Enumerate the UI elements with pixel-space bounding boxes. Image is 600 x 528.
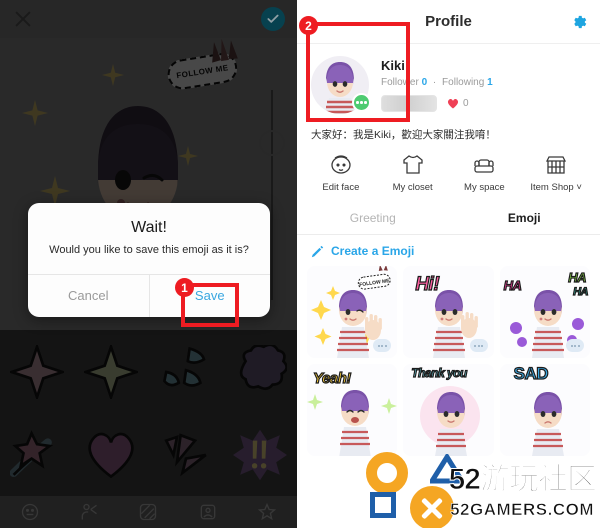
- action-label: My space: [464, 182, 505, 193]
- profile-panel: Profile Kiki Follower 0 · Following 1 0 …: [297, 0, 600, 528]
- dialog-actions: Cancel Save: [28, 273, 271, 317]
- profile-bio: 大家好：我是Kiki，歡迎大家關注我唷！: [311, 129, 496, 141]
- action-label: Edit face: [322, 182, 360, 193]
- heart-count-value: 0: [463, 98, 469, 109]
- tab-emoji[interactable]: Emoji: [449, 203, 600, 234]
- emoji-grid: FOLLOW ME Hi! HA HA HA Yeah! Thank you S…: [297, 264, 600, 456]
- shop-icon: [543, 153, 569, 177]
- gear-icon[interactable]: [569, 13, 587, 31]
- create-emoji-row[interactable]: Create a Emoji: [297, 235, 600, 264]
- profile-header: Profile: [297, 0, 600, 44]
- status-badge[interactable]: [352, 93, 371, 112]
- emoji-card[interactable]: HA HA HA: [499, 266, 590, 358]
- site-watermark: 52游玩社区 52GAMERS.COM: [330, 450, 600, 528]
- ps-triangle-icon: [427, 452, 467, 489]
- face-outline-icon: [328, 153, 354, 177]
- identity-text: Kiki Follower 0 · Following 1 0: [381, 56, 586, 114]
- stat-separator: ·: [432, 77, 437, 88]
- action-my-closet[interactable]: My closet: [377, 153, 449, 193]
- follower-label: Follower: [381, 77, 419, 88]
- emoji-card[interactable]: FOLLOW ME: [307, 266, 398, 358]
- dialog-title: Wait!: [131, 219, 167, 236]
- ps-x-icon: [410, 486, 454, 528]
- emoji-card-word: Hi!: [415, 273, 441, 295]
- ps-square-icon: [370, 492, 396, 518]
- redacted-id-badge: [381, 95, 437, 112]
- emoji-card[interactable]: Thank you: [403, 364, 494, 456]
- action-edit-face[interactable]: Edit face: [305, 153, 377, 193]
- emoji-card-more-button[interactable]: [469, 339, 488, 352]
- pencil-icon: [311, 245, 324, 258]
- emoji-editor-panel: FOLLOW ME Wait! Would you like to save t…: [0, 0, 297, 528]
- heart-count: 0: [447, 98, 469, 109]
- heart-icon: [447, 99, 459, 109]
- emoji-card-word: HA: [503, 277, 522, 293]
- profile-identity: Kiki Follower 0 · Following 1 0: [297, 44, 600, 118]
- avatar[interactable]: [311, 56, 371, 114]
- following-label: Following: [442, 77, 485, 88]
- emoji-card-word: HA: [573, 285, 590, 298]
- following-count: 1: [487, 77, 493, 88]
- content-tabs: Greeting Emoji: [297, 203, 600, 235]
- watermark-text-en: 52GAMERS.COM: [450, 500, 594, 520]
- profile-actions: Edit face My closet My space Item Shop ˅: [297, 142, 600, 203]
- follower-count: 0: [421, 77, 428, 88]
- save-confirmation-dialog: Wait! Would you like to save this emoji …: [28, 203, 270, 317]
- tab-greeting[interactable]: Greeting: [297, 203, 449, 234]
- follow-stats: Follower 0 · Following 1: [381, 77, 586, 88]
- sofa-icon: [471, 153, 497, 177]
- badge-row: 0: [381, 95, 586, 112]
- screenshot-root: FOLLOW ME Wait! Would you like to save t…: [0, 0, 600, 528]
- shirt-icon: [400, 153, 426, 177]
- action-my-space[interactable]: My space: [449, 153, 521, 193]
- action-label: Item Shop ˅: [530, 182, 582, 193]
- create-emoji-label: Create a Emoji: [331, 244, 415, 258]
- user-name: Kiki: [381, 58, 405, 73]
- page-title: Profile: [425, 13, 472, 30]
- emoji-card[interactable]: SAD: [499, 364, 590, 456]
- action-label: My closet: [392, 182, 433, 193]
- annotation-number-2: 2: [299, 16, 318, 35]
- annotation-number-1: 1: [175, 278, 194, 297]
- emoji-card-more-button[interactable]: [566, 339, 584, 352]
- emoji-card[interactable]: Hi!: [403, 266, 494, 358]
- emoji-card-word: Thank you: [411, 365, 468, 380]
- watermark-text-cn: 52游玩社区: [448, 463, 597, 497]
- emoji-card-word: SAD: [513, 364, 549, 384]
- dialog-message: Would you like to save this emoji as it …: [49, 244, 249, 256]
- emoji-card-word: Yeah!: [312, 369, 351, 387]
- action-item-shop[interactable]: Item Shop ˅: [520, 153, 592, 193]
- cancel-button[interactable]: Cancel: [28, 274, 150, 317]
- emoji-card[interactable]: Yeah!: [307, 364, 398, 456]
- ps-circle-icon: [366, 452, 408, 494]
- emoji-card-more-button[interactable]: [373, 339, 392, 352]
- save-button[interactable]: Save: [150, 275, 271, 317]
- emoji-card-word: HA: [568, 269, 587, 285]
